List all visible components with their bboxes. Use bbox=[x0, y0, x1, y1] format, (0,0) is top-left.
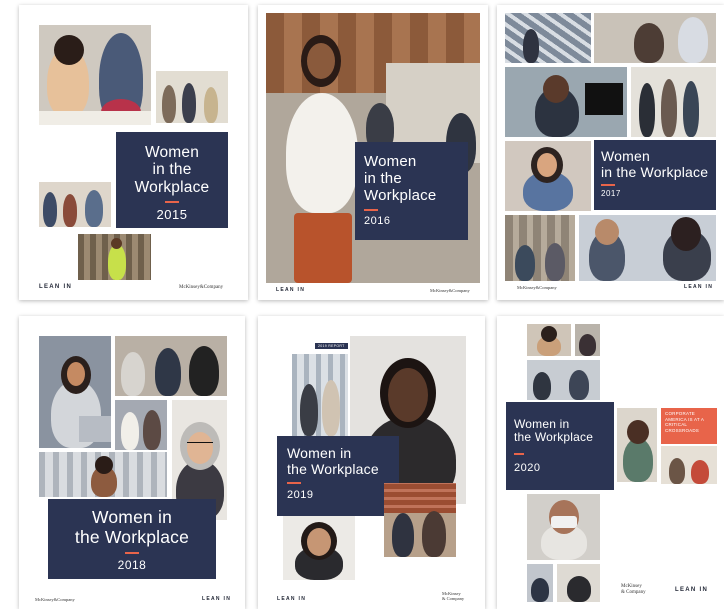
report-cover-2017[interactable]: Women in the Workplace 2017 McKinsey&Com… bbox=[497, 5, 724, 300]
report-cover-2015[interactable]: Women in the Workplace 2015 LEAN IN McKi… bbox=[19, 5, 248, 300]
mckinsey-logo: McKinsey&Company bbox=[179, 285, 224, 290]
photo-office-people bbox=[292, 354, 348, 436]
report-tag: 2019 REPORT bbox=[315, 343, 348, 349]
report-title: Women in the Workplace bbox=[514, 417, 594, 445]
report-cover-2019[interactable]: 2019 REPORT Women in the Workplace 2019 … bbox=[258, 316, 485, 609]
photo-group-meeting bbox=[631, 67, 716, 137]
photo-woman-laptop bbox=[39, 336, 111, 448]
photo-woman-smiling-office bbox=[594, 13, 716, 63]
photo-woman-glasses-desk bbox=[505, 67, 627, 137]
lean-in-logo: LEAN IN bbox=[202, 596, 232, 602]
photo-woman-stairs bbox=[505, 13, 591, 63]
report-cover-2020[interactable]: Women in the Workplace 2020 CORPORATE AM… bbox=[497, 316, 724, 609]
lean-in-logo: LEAN IN bbox=[675, 587, 709, 593]
photo-colleagues bbox=[115, 400, 167, 450]
photo-warehouse-worker bbox=[78, 234, 151, 280]
report-year: 2016 bbox=[364, 215, 391, 228]
mckinsey-logo: McKinsey & Company bbox=[442, 591, 465, 601]
photo-woman-smiling-building bbox=[39, 452, 167, 497]
report-year: 2019 bbox=[287, 489, 314, 502]
report-title: Women in the Workplace bbox=[601, 148, 709, 180]
mckinsey-logo: McKinsey&Company bbox=[35, 597, 75, 602]
photo-woman-blue-blouse bbox=[505, 141, 591, 211]
photo-woman-video-call bbox=[617, 408, 657, 482]
report-year: 2017 bbox=[601, 189, 621, 199]
title-block-2016: Women in the Workplace 2016 bbox=[355, 142, 468, 240]
photo-team-meeting bbox=[115, 336, 227, 396]
photo-office-group bbox=[39, 182, 111, 227]
mckinsey-logo: McKinsey&Company bbox=[430, 288, 470, 293]
report-title: Women in the Workplace bbox=[74, 507, 190, 547]
lean-in-logo: LEAN IN bbox=[684, 284, 714, 290]
lean-in-logo: LEAN IN bbox=[276, 287, 306, 293]
report-title: Women in the Workplace bbox=[364, 153, 437, 204]
photo-man-face-mask bbox=[527, 494, 600, 560]
photo-man-and-woman-talking bbox=[579, 215, 716, 281]
photo-people-hallway bbox=[156, 71, 228, 123]
title-block-2019: Women in the Workplace 2019 bbox=[277, 436, 399, 516]
photo-man-bottom bbox=[527, 564, 553, 602]
lean-in-logo: LEAN IN bbox=[39, 284, 73, 290]
photo-woman-smiling-glasses bbox=[283, 516, 355, 580]
crossroads-callout: CORPORATE AMERICA IS AT A CRITICAL CROSS… bbox=[661, 408, 717, 444]
photo-woman-laptop-bottom bbox=[557, 564, 600, 602]
report-year: 2020 bbox=[514, 461, 541, 474]
photo-woman-smiling-top bbox=[527, 324, 571, 356]
report-title: Women in the Workplace bbox=[287, 445, 379, 477]
title-block-2018: Women in the Workplace 2018 bbox=[48, 499, 216, 579]
photo-woman-office-top bbox=[575, 324, 600, 356]
photo-coworkers-table bbox=[505, 215, 575, 281]
report-year: 2018 bbox=[117, 558, 147, 573]
photo-people-at-table bbox=[384, 483, 456, 557]
lean-in-logo: LEAN IN bbox=[277, 596, 307, 602]
mckinsey-logo: McKinsey&Company bbox=[517, 285, 557, 290]
title-block-2017: Women in the Workplace 2017 bbox=[594, 140, 716, 210]
title-block-2020: Women in the Workplace 2020 bbox=[506, 402, 614, 490]
title-block-2015: Women in the Workplace 2015 bbox=[116, 132, 228, 228]
mckinsey-logo: McKinsey & Company bbox=[621, 584, 646, 595]
report-cover-2018[interactable]: Women in the Workplace 2018 McKinsey&Com… bbox=[19, 316, 245, 609]
photo-home-office bbox=[661, 446, 717, 484]
report-cover-2016[interactable]: Women in the Workplace 2016 LEAN IN McKi… bbox=[258, 5, 488, 300]
report-year: 2015 bbox=[156, 207, 188, 223]
photo-women-at-desk bbox=[39, 25, 151, 125]
photo-people-working bbox=[527, 360, 600, 400]
report-title: Women in the Workplace bbox=[134, 144, 210, 196]
